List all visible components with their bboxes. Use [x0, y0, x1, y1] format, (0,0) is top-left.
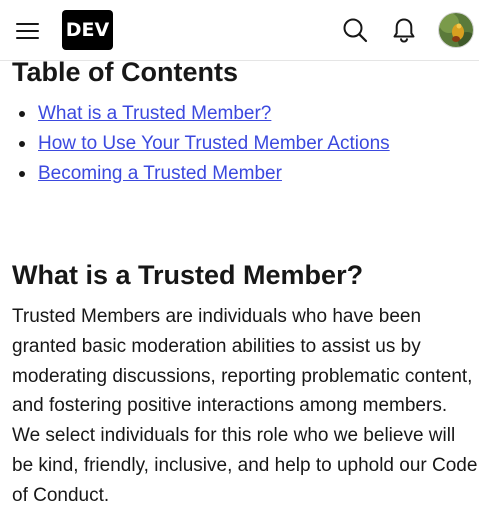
bell-icon[interactable]	[388, 14, 420, 46]
top-navigation-bar: DEV	[0, 0, 479, 61]
toc-link-how-to-use[interactable]: How to Use Your Trusted Member Actions	[38, 133, 390, 154]
toc-link-becoming[interactable]: Becoming a Trusted Member	[38, 163, 282, 184]
toc-item: What is a Trusted Member?	[12, 99, 390, 129]
dev-logo[interactable]: DEV	[62, 10, 113, 50]
toc-item: Becoming a Trusted Member	[12, 159, 390, 189]
avatar[interactable]	[438, 12, 474, 48]
toc-link-what-is[interactable]: What is a Trusted Member?	[38, 103, 271, 124]
toc-item: How to Use Your Trusted Member Actions	[12, 129, 390, 159]
toc-list: What is a Trusted Member? How to Use You…	[12, 99, 390, 189]
search-icon[interactable]	[339, 14, 371, 46]
hamburger-menu-icon[interactable]	[16, 18, 42, 42]
section-paragraph: Trusted Members are individuals who have…	[12, 306, 478, 506]
section-heading: What is a Trusted Member?	[12, 260, 364, 290]
